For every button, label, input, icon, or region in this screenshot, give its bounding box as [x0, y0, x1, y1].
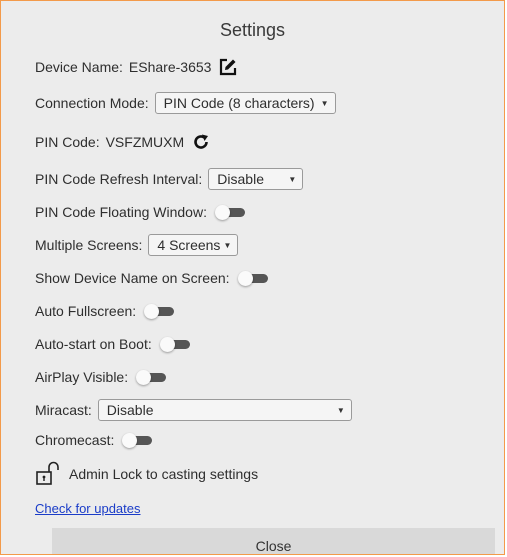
check-updates-link[interactable]: Check for updates [35, 501, 141, 516]
miracast-label: Miracast: [35, 402, 92, 418]
chromecast-label: Chromecast: [35, 432, 115, 448]
toggle-knob [136, 370, 152, 385]
close-button[interactable]: Close [52, 528, 495, 554]
dialog-title: Settings [219, 20, 286, 40]
toggle-knob [122, 433, 138, 448]
chromecast-toggle[interactable] [122, 433, 153, 448]
pin-floating-label: PIN Code Floating Window: [35, 204, 207, 220]
auto-start-row: Auto-start on Boot: [35, 331, 190, 357]
device-name-value: EShare-3653 [128, 59, 212, 75]
auto-start-toggle[interactable] [159, 337, 190, 352]
pin-code-label: PIN Code: [35, 134, 100, 150]
admin-lock-row[interactable]: Admin Lock to casting settings [35, 461, 258, 487]
unlock-icon[interactable] [35, 461, 61, 487]
dropdown-caret-icon: ▼ [336, 405, 345, 415]
refresh-icon[interactable] [192, 133, 210, 151]
connection-mode-label: Connection Mode: [35, 95, 149, 111]
dropdown-caret-icon: ▼ [288, 174, 297, 184]
admin-lock-label: Admin Lock to casting settings [69, 466, 259, 482]
multiple-screens-label: Multiple Screens: [35, 237, 143, 253]
toggle-knob [214, 205, 230, 220]
device-name-label: Device Name: [35, 59, 123, 75]
airplay-toggle[interactable] [136, 370, 167, 385]
connection-mode-select[interactable]: PIN Code (8 characters) ▼ [154, 92, 336, 114]
auto-fullscreen-toggle[interactable] [144, 304, 175, 319]
pin-code-value: VSFZMUXM [105, 134, 185, 150]
connection-mode-row: Connection Mode: PIN Code (8 characters)… [35, 90, 336, 116]
edit-icon[interactable] [219, 58, 237, 76]
show-device-name-label: Show Device Name on Screen: [35, 270, 230, 286]
connection-mode-value: PIN Code (8 characters) [163, 95, 315, 111]
chromecast-row: Chromecast: [35, 427, 153, 453]
miracast-row: Miracast: Disable ▼ [35, 397, 352, 423]
pin-code-row: PIN Code: VSFZMUXM [35, 129, 210, 155]
pin-refresh-label: PIN Code Refresh Interval: [35, 171, 203, 187]
pin-floating-toggle[interactable] [214, 205, 245, 220]
pin-refresh-row: PIN Code Refresh Interval: Disable ▼ [35, 166, 304, 192]
dropdown-caret-icon: ▼ [320, 98, 329, 108]
auto-fullscreen-row: Auto Fullscreen: [35, 298, 175, 324]
auto-fullscreen-label: Auto Fullscreen: [35, 303, 137, 319]
pin-refresh-value: Disable [217, 171, 264, 187]
pin-refresh-select[interactable]: Disable ▼ [208, 168, 304, 190]
auto-start-label: Auto-start on Boot: [35, 336, 152, 352]
multiple-screens-select[interactable]: 4 Screens ▼ [148, 234, 239, 256]
miracast-value: Disable [106, 402, 154, 418]
toggle-knob [237, 271, 253, 286]
toggle-knob [144, 304, 160, 319]
pin-floating-row: PIN Code Floating Window: [35, 199, 245, 225]
airplay-label: AirPlay Visible: [35, 369, 129, 385]
toggle-knob [159, 337, 175, 352]
show-device-name-toggle[interactable] [237, 271, 268, 286]
multiple-screens-row: Multiple Screens: 4 Screens ▼ [35, 232, 239, 258]
device-name-row: Device Name: EShare-3653 [35, 54, 237, 80]
show-device-name-row: Show Device Name on Screen: [35, 265, 268, 291]
close-button-label: Close [255, 538, 292, 554]
airplay-row: AirPlay Visible: [35, 364, 167, 390]
dropdown-caret-icon: ▼ [223, 240, 232, 250]
miracast-select[interactable]: Disable ▼ [97, 399, 352, 421]
settings-dialog: Settings Device Name: EShare-3653 Connec… [0, 0, 505, 555]
multiple-screens-value: 4 Screens [157, 237, 221, 253]
